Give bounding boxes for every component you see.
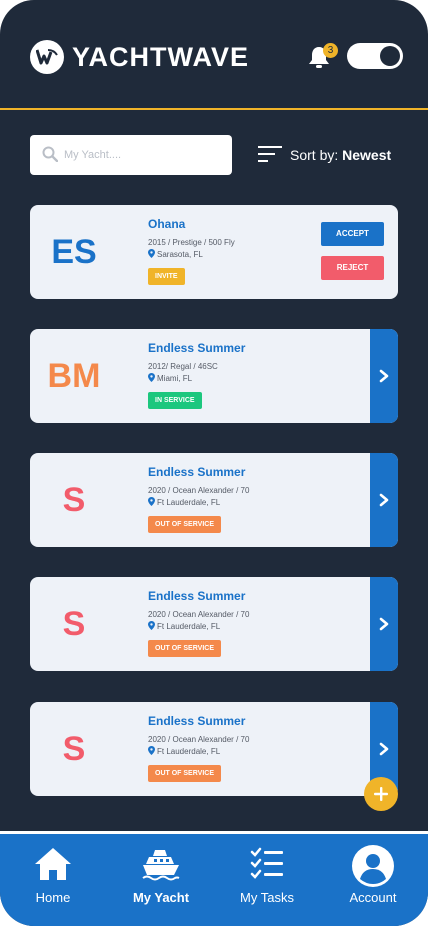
open-yacht-button[interactable]: [370, 329, 398, 423]
status-badge: OUT OF SERVICE: [148, 516, 221, 533]
sort-icon: [258, 146, 282, 162]
status-badge: IN SERVICE: [148, 392, 202, 409]
chevron-right-icon: [379, 369, 389, 383]
bottom-nav: Home My Yacht My Tasks Account: [0, 831, 428, 926]
location-pin-icon: [148, 373, 155, 382]
status-badge: OUT OF SERVICE: [148, 640, 221, 657]
yacht-name: Ohana: [148, 217, 186, 231]
yacht-details: 2020 / Ocean Alexander / 70: [148, 610, 250, 619]
yacht-location: Ft Lauderdale, FL: [148, 746, 220, 756]
nav-label-account: Account: [349, 890, 397, 905]
yacht-icon: [142, 850, 180, 881]
nav-item-home[interactable]: Home: [8, 844, 98, 924]
plus-icon: [374, 787, 388, 801]
search-icon: [42, 146, 58, 162]
open-yacht-button[interactable]: [370, 453, 398, 547]
status-badge: OUT OF SERVICE: [148, 765, 221, 782]
yacht-card[interactable]: BM Endless Summer 2012/ Regal / 46SC Mia…: [30, 329, 398, 423]
add-yacht-button[interactable]: [364, 777, 398, 811]
location-text: Miami, FL: [157, 374, 193, 383]
search-input[interactable]: [64, 145, 224, 165]
yacht-details: 2015 / Prestige / 500 Fly: [148, 238, 235, 247]
nav-item-my-tasks[interactable]: My Tasks: [222, 844, 312, 924]
yacht-initials: S: [62, 481, 86, 519]
nav-label-my-yacht: My Yacht: [132, 890, 190, 905]
sort-value: Newest: [342, 147, 392, 163]
sort-text: Sort by: Newest: [290, 147, 391, 163]
nav-item-my-yacht[interactable]: My Yacht: [116, 844, 206, 924]
app-header: YACHTWAVE 3: [0, 0, 428, 110]
brand-name: YACHTWAVE: [72, 42, 250, 72]
location-pin-icon: [148, 497, 155, 506]
tasks-icon: [250, 847, 283, 879]
mode-toggle[interactable]: [347, 43, 403, 69]
chevron-right-icon: [379, 493, 389, 507]
yacht-name: Endless Summer: [148, 341, 246, 355]
location-text: Ft Lauderdale, FL: [157, 498, 221, 507]
yacht-card[interactable]: S Endless Summer 2020 / Ocean Alexander …: [30, 577, 398, 671]
chevron-right-icon: [379, 617, 389, 631]
yacht-initials: BM: [47, 357, 101, 395]
location-text: Sarasota, FL: [157, 250, 203, 259]
yacht-initials: ES: [51, 233, 97, 271]
yacht-location: Ft Lauderdale, FL: [148, 621, 220, 631]
yacht-initials: S: [62, 605, 86, 643]
nav-item-account[interactable]: Account: [328, 844, 418, 924]
sort-label: Sort by:: [290, 147, 339, 163]
yacht-card[interactable]: S Endless Summer 2020 / Ocean Alexander …: [30, 453, 398, 547]
home-icon: [35, 848, 71, 880]
notification-badge: 3: [323, 43, 338, 58]
yacht-name: Endless Summer: [148, 714, 246, 728]
location-pin-icon: [148, 249, 155, 258]
app-screen: YACHTWAVE 3 Sort by: Newest ES Ohana 201…: [0, 0, 428, 926]
location-pin-icon: [148, 746, 155, 755]
open-yacht-button[interactable]: [370, 577, 398, 671]
yacht-card[interactable]: S Endless Summer 2020 / Ocean Alexander …: [30, 702, 398, 796]
logo-icon: [30, 40, 64, 74]
yacht-name: Endless Summer: [148, 465, 246, 479]
header-divider: [0, 108, 428, 110]
toggle-knob: [380, 46, 400, 66]
yacht-card[interactable]: ES Ohana 2015 / Prestige / 500 Fly Saras…: [30, 205, 398, 299]
yacht-location: Miami, FL: [148, 373, 192, 383]
location-text: Ft Lauderdale, FL: [157, 622, 221, 631]
search-box[interactable]: [30, 135, 232, 175]
yacht-details: 2020 / Ocean Alexander / 70: [148, 486, 250, 495]
location-pin-icon: [148, 621, 155, 630]
yacht-location: Sarasota, FL: [148, 249, 203, 259]
yacht-details: 2020 / Ocean Alexander / 70: [148, 735, 250, 744]
yacht-initials: S: [62, 730, 86, 768]
yacht-details: 2012/ Regal / 46SC: [148, 362, 218, 371]
accept-button[interactable]: ACCEPT: [321, 222, 384, 246]
yacht-name: Endless Summer: [148, 589, 246, 603]
yacht-location: Ft Lauderdale, FL: [148, 497, 220, 507]
reject-button[interactable]: REJECT: [321, 256, 384, 280]
account-icon: [352, 845, 394, 887]
status-badge: INVITE: [148, 268, 185, 285]
chevron-right-icon: [379, 742, 389, 756]
location-text: Ft Lauderdale, FL: [157, 747, 221, 756]
nav-label-home: Home: [35, 890, 71, 905]
nav-label-my-tasks: My Tasks: [240, 890, 294, 905]
